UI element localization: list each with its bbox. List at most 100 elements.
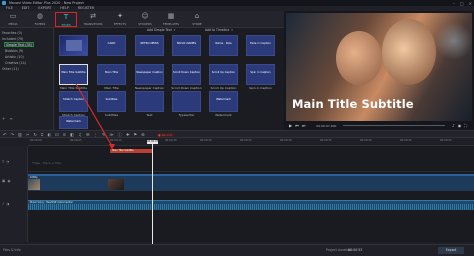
- title-thumb-card[interactable]: CARD: [97, 35, 126, 56]
- timeline-toolbar: ↶ ↷ ▥ ✂ ↻ ⌗ ◐ ⊡ ≋ ◧ ♫ ☰ ⋮ ✎ ≫ ⓘ ✚ ⚑ ⊕ ● …: [0, 130, 474, 138]
- preview-panel: Main Title Subtitle ▶ ⏮ ⏭ 00:00:07.000 ♪…: [284, 11, 474, 130]
- thumb-caption: Scroll Up Caption: [210, 86, 237, 90]
- export-button[interactable]: Export: [438, 247, 464, 254]
- title-thumb-effect-store[interactable]: [59, 35, 88, 56]
- sidebar-item-favorites[interactable]: Favorites (0): [2, 31, 22, 35]
- close-icon[interactable]: ×: [469, 1, 472, 6]
- titles-icon: T: [63, 13, 69, 21]
- thumb-caption: Text: [146, 113, 153, 117]
- minimize-icon[interactable]: –: [453, 1, 455, 6]
- list-icon[interactable]: ≡: [9, 116, 12, 121]
- tool-templates[interactable]: ▦ TEMPLATES: [160, 12, 182, 27]
- project-duration-value: 00:00:53: [348, 248, 363, 252]
- title-thumb-typewriter[interactable]: [172, 91, 201, 112]
- play-icon[interactable]: ▶: [289, 123, 292, 128]
- title-thumb-retro-news[interactable]: RETRO NEWS: [135, 35, 164, 56]
- title-thumb-music-names[interactable]: MUSIC NAMES: [172, 35, 201, 56]
- sidebar-item-creative[interactable]: Creative (14): [5, 61, 26, 65]
- video-frame-thumbnail: [28, 179, 40, 190]
- lock-icon[interactable]: ◔: [6, 160, 9, 164]
- status-info[interactable]: Files & Info: [3, 248, 21, 252]
- volume-icon[interactable]: ♪: [452, 123, 455, 128]
- tool-filters[interactable]: ◍ FILTERS: [29, 12, 51, 27]
- folder-icon: ▭: [9, 12, 17, 20]
- audio-track-icon: ♪: [2, 202, 5, 206]
- snapshot-icon[interactable]: ◉: [458, 123, 462, 128]
- ruler-tick: 00:00:20: [200, 139, 212, 142]
- tool-transitions[interactable]: ⇄ TRANSITIONS: [82, 12, 104, 27]
- ruler-tick: 00:00:50: [440, 139, 452, 142]
- maximize-icon[interactable]: □: [460, 1, 464, 6]
- thumb-caption: Main Title Subtitle: [59, 86, 88, 90]
- thumb-caption: Watermark: [215, 113, 232, 117]
- preview-video[interactable]: Main Title Subtitle: [286, 13, 472, 121]
- undo-icon[interactable]: ↶: [3, 132, 7, 138]
- timeline-ruler[interactable]: 00:00:00 00:00:05 00:00:10 00:00:15 00:0…: [28, 138, 474, 146]
- thumb-caption: Typewriter: [178, 113, 195, 117]
- preview-progress[interactable]: [343, 125, 446, 126]
- tool-stickers[interactable]: ☺ STICKERS: [134, 12, 156, 27]
- main-toolbar: ▭ MEDIA ◍ FILTERS T TITLES ⇄ TRANSITIONS ✦ EF…: [0, 11, 284, 28]
- chevron-down-icon: ▾: [173, 28, 176, 32]
- video-clip[interactable]: 1080p: [28, 174, 474, 191]
- skip-forward-icon[interactable]: ⏭: [302, 123, 306, 128]
- playhead-line[interactable]: [152, 144, 153, 244]
- sidebar-item-bubbles[interactable]: Bubbles (9): [5, 49, 23, 53]
- sidebar-item-other[interactable]: Other (11): [2, 67, 19, 71]
- title-thumb-fade-in[interactable]: Fade in Caption: [246, 35, 275, 56]
- title-placeholder: Titles · Place a Title: [32, 161, 62, 165]
- video-frame-thumbnail: [108, 179, 124, 190]
- delete-icon[interactable]: ▥: [18, 132, 22, 138]
- title-thumb-subtitles[interactable]: Subtitles: [97, 91, 126, 112]
- timeline-tracks: Main Title Subtitle Titles · Place a Tit…: [28, 146, 474, 242]
- track-headers: T ◔ ▣ ◉ ♪ ◑: [0, 146, 28, 242]
- video-track-icon: ▣: [2, 179, 6, 183]
- add-simple-text-dropdown[interactable]: Add Simple Text ▾: [147, 28, 175, 33]
- thumb-caption: Spin in Caption: [249, 86, 272, 90]
- tool-media[interactable]: ▭ MEDIA: [2, 12, 24, 27]
- add-to-timeline-dropdown[interactable]: Add to Timeline ▾: [205, 28, 233, 33]
- skip-back-icon[interactable]: ⏮: [295, 123, 299, 128]
- audio-clip[interactable]: Music Song · Heartfelt Instrumental: [28, 200, 474, 210]
- app-icon: [2, 1, 6, 5]
- title-thumb-scroll-down[interactable]: Scroll Down Caption: [172, 64, 201, 85]
- title-thumb-stretch[interactable]: Stretch Caption: [59, 91, 88, 112]
- person-image: [382, 19, 436, 85]
- video-track-header: ▣ ◉: [2, 179, 10, 183]
- title-thumb-scroll-up[interactable]: Scroll Up Caption: [209, 64, 238, 85]
- title-thumb-newspaper[interactable]: Newspaper Caption: [135, 64, 164, 85]
- playback-controls: ▶ ⏮ ⏭ 00:00:07.000 ♪ ◉ ⛶: [286, 122, 472, 129]
- record-icon: ●: [158, 132, 161, 137]
- window-controls: – □ ×: [453, 1, 472, 6]
- chevron-down-icon: ▾: [231, 28, 233, 32]
- ruler-tick: 00:00:10: [110, 139, 122, 142]
- tool-store[interactable]: ⌂ STORE: [186, 12, 208, 27]
- promo-graphic: [66, 40, 82, 51]
- title-thumb-watermark[interactable]: Watermark: [209, 91, 238, 112]
- sidebar-item-artistic[interactable]: Artistic (10): [5, 55, 24, 59]
- sidebar-item-simple-text[interactable]: Simple Text (35): [4, 42, 34, 47]
- title-thumb-text[interactable]: [135, 91, 164, 112]
- title-thumb-main-title[interactable]: Main Title: [97, 64, 126, 85]
- title-thumb-main-title-subtitle[interactable]: Main Title Subtitle: [59, 64, 88, 85]
- title-thumb-watermark-2[interactable]: Watermark: [59, 116, 88, 129]
- mute-icon[interactable]: ◑: [6, 202, 9, 206]
- preview-title-overlay[interactable]: Main Title Subtitle: [292, 97, 414, 111]
- thumb-caption: Main Title: [104, 86, 119, 90]
- sidebar-item-included[interactable]: Included (79): [2, 37, 23, 41]
- tool-effects[interactable]: ✦ EFFECTS: [109, 12, 131, 27]
- store-icon: ⌂: [194, 12, 200, 20]
- fullscreen-icon[interactable]: ⛶: [464, 123, 467, 128]
- add-folder-icon[interactable]: +: [2, 116, 5, 121]
- redo-icon[interactable]: ↷: [11, 132, 15, 138]
- tool-titles[interactable]: T TITLES: [55, 12, 77, 27]
- thumb-caption: Scroll Down Caption: [171, 86, 202, 90]
- record-button[interactable]: ● Record: [157, 132, 175, 137]
- title-clip[interactable]: Main Title Subtitle: [110, 149, 153, 153]
- ruler-tick: 00:00:05: [70, 139, 82, 142]
- filter-icon: ◍: [36, 12, 44, 20]
- eye-icon[interactable]: ◉: [7, 179, 10, 183]
- title-thumb-name-role[interactable]: Name · Role: [209, 35, 238, 56]
- sidebar-footer: + ≡: [2, 116, 13, 121]
- title-thumb-spin-in[interactable]: Spin in Caption: [246, 64, 275, 85]
